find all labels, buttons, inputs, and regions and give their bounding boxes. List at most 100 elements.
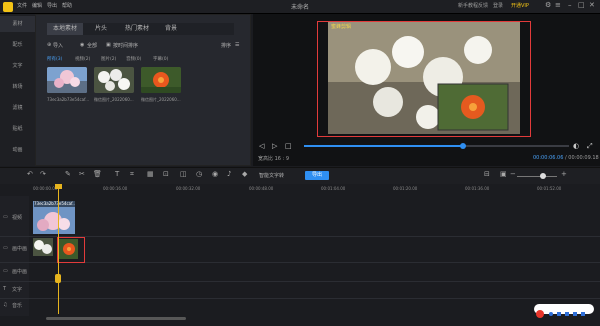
thumb-caption-1: 73ec3a2b73e54caf... bbox=[47, 97, 89, 102]
nav-animation[interactable]: 动画 bbox=[0, 142, 35, 158]
track-divider bbox=[0, 262, 600, 263]
subtab-video[interactable]: 视频(2) bbox=[75, 56, 90, 62]
freeze-icon[interactable]: ◫ bbox=[180, 170, 187, 178]
progress-handle[interactable] bbox=[460, 143, 466, 149]
tab-hot[interactable]: 热门素材 bbox=[118, 23, 156, 35]
subtab-subtitle[interactable]: 字幕(0) bbox=[153, 56, 168, 62]
sort-label[interactable]: 排序 bbox=[221, 42, 231, 49]
progress-fill bbox=[304, 145, 463, 147]
time-current: 00:00:06.06 bbox=[533, 155, 564, 161]
media-panel: 本地素材 片头 热门素材 背景 ⊕ 导入 ◉ 全部 ▣ 按时间排序 排序 ☰ 所… bbox=[35, 14, 251, 166]
fit-icon[interactable]: ▣ bbox=[500, 170, 507, 178]
subtab-all[interactable]: 所有(3) bbox=[47, 56, 62, 62]
vip-button[interactable]: 开通VIP bbox=[511, 2, 529, 9]
menu-icon[interactable]: ≡ bbox=[555, 1, 561, 9]
flower-thumb-2 bbox=[94, 67, 134, 93]
speed-icon[interactable]: ◷ bbox=[196, 170, 202, 178]
ruler-tick-label: 00:01:52.00 bbox=[537, 186, 562, 191]
track-divider bbox=[0, 236, 600, 237]
nav-music[interactable]: 配乐 bbox=[0, 37, 35, 53]
ruler-tick-label: 00:00:00.00 bbox=[33, 186, 58, 191]
stop-icon[interactable]: □ bbox=[285, 142, 292, 150]
ime-toolbar-icons bbox=[536, 310, 585, 318]
redo-icon[interactable]: ↷ bbox=[40, 170, 46, 178]
import-button[interactable]: 导入 bbox=[53, 42, 63, 49]
ruler-tick-label: 00:01:20.00 bbox=[393, 186, 418, 191]
playhead-top-handle[interactable] bbox=[55, 184, 62, 189]
flower-thumb-1 bbox=[47, 67, 87, 93]
undo-icon[interactable]: ↶ bbox=[27, 170, 33, 178]
settings-icon[interactable]: ⚙ bbox=[545, 1, 551, 9]
media-thumb-2[interactable] bbox=[94, 67, 134, 93]
zoom-slider-handle[interactable] bbox=[540, 173, 546, 179]
filter-label[interactable]: 按时间排序 bbox=[113, 42, 138, 49]
ruler-tick-label: 00:00:48.00 bbox=[249, 186, 274, 191]
nav-filter[interactable]: 滤镜 bbox=[0, 100, 35, 116]
minimize-icon[interactable]: – bbox=[568, 1, 572, 9]
filter-icon[interactable]: ▣ bbox=[106, 42, 111, 48]
pip-clip-2[interactable] bbox=[59, 239, 78, 259]
aspect-ratio[interactable]: 宽高比 16 : 9 bbox=[258, 155, 289, 162]
text-icon[interactable]: T bbox=[115, 170, 119, 178]
close-icon[interactable]: ✕ bbox=[589, 1, 595, 9]
all-label[interactable]: 全部 bbox=[87, 42, 97, 49]
tab-local[interactable]: 本地素材 bbox=[47, 23, 83, 35]
delete-icon[interactable]: 🗑 bbox=[93, 170, 102, 178]
app-title: 未命名 bbox=[290, 4, 309, 11]
text-to-speech-button[interactable]: 智能文字转 bbox=[259, 172, 284, 179]
timecode: 00:00:06.06 / 00:00:09.18 bbox=[533, 155, 599, 161]
zoom-icon[interactable]: ⊡ bbox=[163, 170, 169, 178]
tab-intro[interactable]: 片头 bbox=[86, 23, 116, 35]
media-thumb-3[interactable] bbox=[141, 67, 181, 93]
mosaic-icon[interactable]: ▦ bbox=[147, 170, 154, 178]
playhead[interactable] bbox=[58, 184, 59, 314]
video-clip[interactable]: 73ec3a2b73e54caf... bbox=[33, 201, 75, 234]
subtab-audio[interactable]: 音频(0) bbox=[126, 56, 141, 62]
track-label-music: 音乐 bbox=[12, 303, 23, 309]
nav-transition[interactable]: 转场 bbox=[0, 79, 35, 95]
tab-background[interactable]: 背景 bbox=[156, 23, 186, 35]
pip-clip-2-image bbox=[59, 239, 78, 259]
maximize-icon[interactable]: □ bbox=[578, 1, 585, 9]
music-track-icon: ♫ bbox=[3, 302, 8, 308]
app-window: 文件 编辑 导出 帮助 未命名 新手教程 反馈 登录 开通VIP ⚙ ≡ – □… bbox=[0, 0, 600, 326]
nav-sticker[interactable]: 贴纸 bbox=[0, 121, 35, 137]
thumb-caption-2: 微信图片_2022060... bbox=[94, 97, 134, 102]
nav-text[interactable]: 文字 bbox=[0, 58, 35, 74]
pen-icon[interactable]: ✎ bbox=[65, 170, 71, 178]
volume-icon[interactable]: ◐ bbox=[573, 142, 579, 150]
track-label-video: 视频 bbox=[12, 215, 23, 221]
play-icon[interactable]: ▷ bbox=[272, 142, 277, 150]
zoom-out-icon[interactable]: − bbox=[510, 170, 516, 178]
login-link[interactable]: 登录 bbox=[493, 2, 503, 9]
sort-icon[interactable]: ☰ bbox=[235, 42, 239, 48]
track-settings-icon[interactable]: ⊟ bbox=[484, 170, 490, 178]
import-icon[interactable]: ⊕ bbox=[47, 42, 51, 48]
feedback-link[interactable]: 反馈 bbox=[478, 2, 488, 9]
clip-name: 73ec3a2b73e54caf... bbox=[34, 201, 75, 207]
crop-icon[interactable]: ⌗ bbox=[130, 170, 134, 179]
prev-frame-icon[interactable]: ◁ bbox=[259, 142, 264, 150]
pip2-track-icon: ▭ bbox=[3, 268, 8, 274]
ime-toolbar[interactable] bbox=[534, 304, 594, 318]
track-label-pip: 画中画 bbox=[12, 246, 28, 252]
track-label-text: 文字 bbox=[12, 287, 23, 293]
fullscreen-icon[interactable]: ⤢ bbox=[587, 142, 593, 151]
tutorial-link[interactable]: 新手教程 bbox=[458, 2, 478, 9]
subtab-image[interactable]: 图片(2) bbox=[101, 56, 116, 62]
color-icon[interactable]: ◆ bbox=[242, 170, 247, 178]
all-radio-icon[interactable]: ◉ bbox=[80, 42, 84, 48]
zoom-in-icon[interactable]: + bbox=[561, 170, 567, 178]
media-thumb-1[interactable] bbox=[47, 67, 87, 93]
nav-media[interactable]: 素材 bbox=[0, 16, 35, 32]
selection-frame bbox=[317, 21, 531, 137]
export-button[interactable]: 导出 bbox=[305, 171, 329, 180]
pip-clip-1[interactable] bbox=[33, 238, 53, 256]
zoom-slider[interactable] bbox=[517, 176, 557, 177]
pip-track-icon: ▭ bbox=[3, 245, 8, 251]
split-icon[interactable]: ✂ bbox=[79, 170, 85, 178]
watermark-text: 蜜蜂剪辑 bbox=[331, 24, 352, 30]
playhead-handle[interactable] bbox=[55, 274, 61, 283]
record-icon[interactable]: ◉ bbox=[212, 170, 218, 178]
audio-icon[interactable]: ♪ bbox=[227, 170, 231, 178]
